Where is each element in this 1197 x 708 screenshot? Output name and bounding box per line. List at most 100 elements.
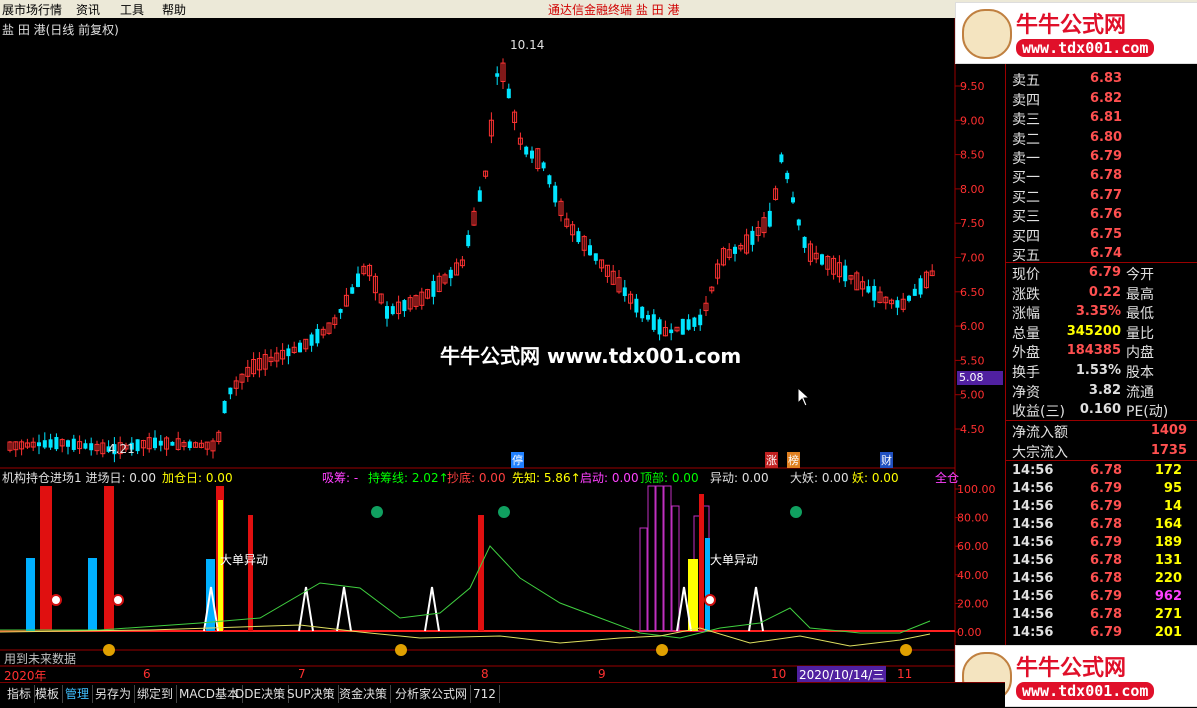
quote-separator [1006,460,1197,461]
tick-time: 14:56 [1012,553,1054,568]
bottom-tab[interactable]: 资金决策 [336,685,392,703]
bottom-tab[interactable]: 712 [470,685,500,703]
menu-market[interactable]: 展市场行情 [2,1,62,18]
annotation-big-order-2: 大单异动 [710,553,759,567]
candle [680,318,685,335]
price-tick-label: 8.50 [960,149,985,162]
stat-value: 345200 [1066,323,1121,339]
tick-price: 6.79 [1090,481,1123,496]
indicator-tick-label: 80.00 [957,512,989,525]
bottom-tab[interactable]: 指标 [4,685,36,703]
menu-tools[interactable]: 工具 [120,1,144,18]
tick-price: 6.78 [1090,553,1123,568]
tick-volume: 189 [1154,535,1182,550]
signal-dot-icon [50,594,62,606]
signal-up-icon [656,644,668,656]
quote-separator [1006,262,1197,263]
bottom-tab[interactable]: 管理 [62,685,94,703]
signal-up-icon [103,644,115,656]
bid-label: 买四 [1012,228,1040,245]
tick-volume: 962 [1154,589,1182,604]
indicator-label: 吸筹: - [322,471,359,485]
low-price-label: 4.21 [108,442,135,456]
tick-time: 14:56 [1012,625,1054,640]
tick-time: 14:56 [1012,535,1054,550]
stat-label-right: 最低 [1126,306,1154,323]
cursor-date-label: 2020/10/14/三 [797,666,887,683]
watermark-top: 牛牛公式网 www.tdx001.com [955,2,1197,64]
ask-label: 卖四 [1012,92,1040,109]
price-tick-label: 7.50 [960,217,985,230]
price-tick-label: 8.00 [960,183,985,196]
tick-volume: 201 [1154,625,1182,640]
event-tag-limitup[interactable]: 涨 [765,452,778,468]
time-label-nov: 11 [897,667,913,681]
indicator-label: 先知: 5.86↑ [512,471,581,485]
stat-value: 6.79 [1088,265,1121,280]
candle [820,253,824,266]
indicator-tick-label: 20.00 [957,597,989,610]
stat-label: 涨幅 [1012,306,1040,323]
cow-logo-icon [962,9,1012,59]
tick-price: 6.78 [1090,571,1123,586]
price-tick-label: 7.00 [960,252,985,265]
tick-volume: 271 [1154,607,1182,622]
tick-price: 6.79 [1090,625,1123,640]
flow-value: 1409 [1150,423,1187,438]
annotation-big-order-1: 大单异动 [220,553,269,567]
indicator-tick-label: 100.00 [957,483,996,496]
indicator-tick-label: 40.00 [957,569,989,582]
event-tag-halt[interactable]: 停 [511,452,524,468]
bottom-tab[interactable]: 分析家公式网 [392,685,472,703]
tick-time: 14:56 [1012,463,1054,478]
tick-price: 6.79 [1090,589,1123,604]
bottom-tab[interactable]: 模板 [32,685,64,703]
bottom-tab[interactable]: DDE决策 [232,685,290,703]
price-tick-label: 4.50 [960,423,985,436]
tick-price: 6.78 [1090,607,1123,622]
bottom-tab[interactable]: 绑定到 [134,685,178,703]
stat-label: 换手 [1012,365,1040,381]
tick-time: 14:56 [1012,499,1054,514]
ask-label: 卖二 [1012,131,1040,148]
price-tick-label: 5.50 [960,354,985,367]
signal-up-icon [900,644,912,656]
bid-label: 买三 [1012,209,1040,225]
indicator-bar [248,515,253,631]
chart-title: 盐 田 港(日线 前复权) [2,23,119,37]
bottom-tab[interactable]: SUP决策 [284,685,339,703]
high-price-label: 10.14 [510,38,545,52]
stat-label-right: 流通 [1126,384,1154,401]
indicator-label: 加仓日: 0.00 [162,471,233,485]
tick-volume: 164 [1154,517,1182,532]
overlay-watermark: 牛牛公式网 www.tdx001.com [440,344,742,368]
bid-price: 6.76 [1090,207,1123,222]
tick-volume: 220 [1154,571,1182,586]
watermark-cn: 牛牛公式网 [1016,12,1127,38]
flow-label: 大宗流入 [1012,444,1068,461]
signal-down-icon [371,506,383,518]
time-label-jun: 6 [143,667,151,681]
flow-label: 净流入额 [1012,425,1068,441]
menu-news[interactable]: 资讯 [76,1,100,18]
indicator-label: 抄底: 0.00 [447,471,506,485]
stat-label-right: 今开 [1126,267,1154,283]
stat-label: 净资 [1012,384,1040,401]
signal-up-icon [395,644,407,656]
price-tick-label: 5.00 [960,389,985,402]
candle [222,400,227,414]
menu-help[interactable]: 帮助 [162,1,186,18]
indicator-label: 持筹线: 2.02↑ [368,471,449,485]
mouse-cursor-icon [797,387,811,407]
price-tick-label: 9.00 [960,114,985,127]
event-tag-finance[interactable]: 财 [880,452,893,468]
event-tag-rank[interactable]: 榜 [787,452,800,468]
tick-volume: 95 [1163,481,1182,496]
tick-price: 6.79 [1090,499,1123,514]
tick-volume: 172 [1154,463,1182,478]
indicator-label: 顶部: 0.00 [640,471,699,485]
time-label-oct: 10 [771,667,787,681]
ask-label: 卖五 [1012,73,1040,89]
signal-dot-icon [704,594,716,606]
bottom-tab[interactable]: 另存为 [92,685,136,703]
